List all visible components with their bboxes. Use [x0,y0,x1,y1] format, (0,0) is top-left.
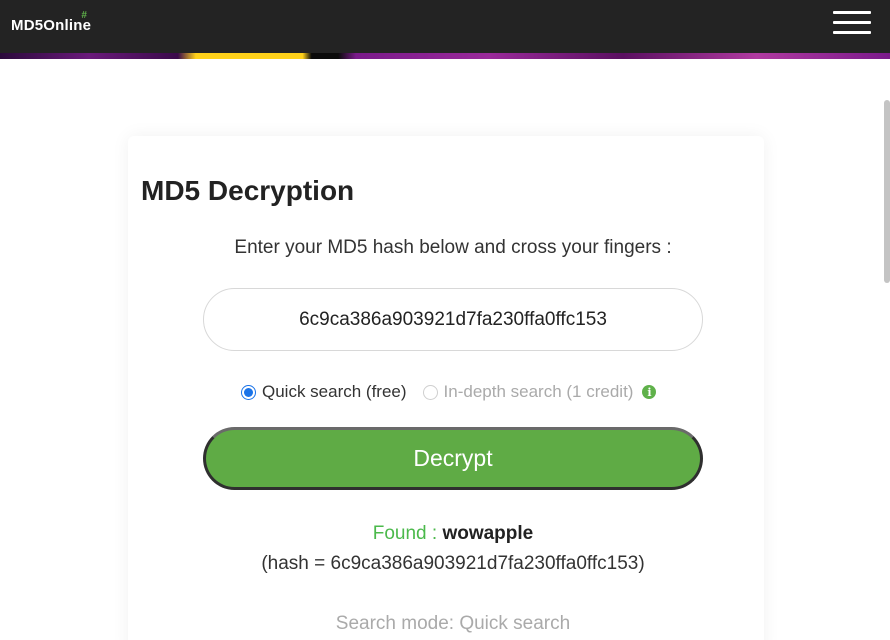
info-icon[interactable]: i [642,385,657,399]
quick-search-label[interactable]: Quick search (free) [262,382,407,402]
found-label: Found : [372,523,443,544]
banner-image-strip [0,53,890,59]
decrypt-button[interactable]: Decrypt [203,427,703,490]
found-value: wowapple [442,523,534,544]
hash-input[interactable] [203,288,703,351]
instruction-text: Enter your MD5 hash below and cross your… [234,237,672,258]
search-mode-line: Search mode: Quick search [335,613,571,634]
logo-hash-mark: # [81,10,88,21]
logo-text: MD5Online [11,17,92,34]
result-found: Found : wowapple [0,523,890,545]
logo[interactable]: MD5Online # [11,10,92,34]
in-depth-search-radio[interactable] [422,384,438,400]
hamburger-menu-icon[interactable] [833,10,871,36]
top-navbar: MD5Online # [0,0,890,53]
result-hash-line: (hash = 6c9ca386a903921d7fa230ffa0ffc153… [261,553,645,574]
search-mode-options: Quick search (free) In-depth search (1 c… [241,380,657,404]
in-depth-search-label[interactable]: In-depth search (1 credit) [444,382,634,402]
page-title: MD5 Decryption [141,175,355,206]
quick-search-radio[interactable] [241,384,256,400]
